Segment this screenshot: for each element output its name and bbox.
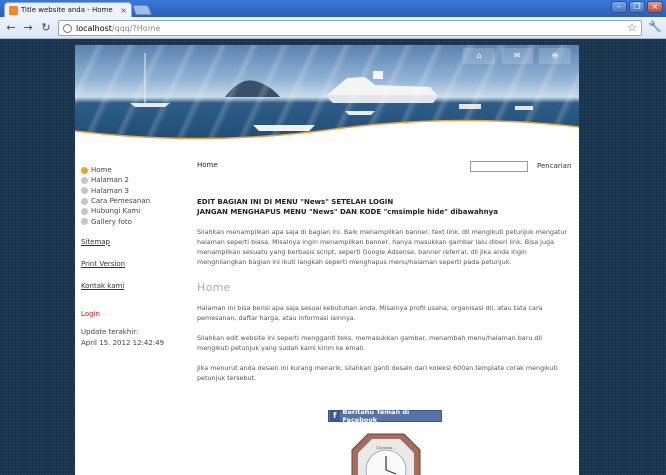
- header-icons: ⌂ ✉ ⊕: [463, 48, 571, 64]
- login-link[interactable]: Login: [81, 310, 181, 318]
- sidebar-item-label: Halaman 3: [91, 186, 130, 195]
- notice-line-2: JANGAN MENGHAPUS MENU "News" DAN KODE "c…: [197, 208, 498, 216]
- bullet-icon: [81, 176, 88, 184]
- facebook-button-label: Beritahu Teman di Facebook: [342, 408, 410, 424]
- content-paragraph-1: Halaman ini bisa berisi apa saja sesuai …: [197, 304, 543, 322]
- content-paragraph-2: Silahkan edit website ini seperti mengga…: [197, 334, 543, 352]
- updated-label: Update terakhir:: [81, 327, 139, 336]
- updated-value: April 15. 2012 12:42:49: [81, 338, 165, 347]
- sidebar-item-halaman-2[interactable]: Halaman 2: [81, 175, 181, 185]
- notice-line-1: EDIT BAGIAN INI DI MENU "News" SETELAH L…: [197, 198, 394, 206]
- bullet-icon: [81, 166, 88, 174]
- home-icon[interactable]: ⌂: [463, 48, 495, 64]
- content-paragraph-3: Jika menurut anda desain ini kurang mena…: [197, 364, 558, 382]
- bullet-icon: [81, 218, 88, 226]
- sidebar-item-halaman-3[interactable]: Halaman 3: [81, 186, 181, 196]
- search-label[interactable]: Pencarian: [537, 162, 571, 170]
- sidebar-item-label: Cara Pemesanan: [91, 197, 151, 206]
- window-controls: – ❐ ×: [611, 1, 663, 13]
- wrench-icon[interactable]: 🔧: [648, 20, 662, 33]
- page-title: Home: [197, 281, 231, 294]
- forward-arrow-icon[interactable]: →: [21, 21, 35, 35]
- last-updated: Update terakhir: April 15. 2012 12:42:49: [81, 327, 181, 349]
- page-viewport: ⌂ ✉ ⊕ Home Halaman 2 Halaman 3 Cara Peme…: [0, 40, 666, 475]
- news-paragraph: Silahkan menampilkan apa saja di bagian …: [197, 228, 568, 266]
- facebook-share-button[interactable]: f Beritahu Teman di Facebook: [328, 408, 442, 424]
- minimize-icon[interactable]: –: [611, 1, 627, 13]
- url-host: localhost: [76, 23, 112, 33]
- bullet-icon: [81, 207, 88, 215]
- back-arrow-icon[interactable]: ←: [4, 21, 18, 35]
- sidebar: Home Halaman 2 Halaman 3 Cara Pemesanan …: [81, 165, 181, 349]
- sidebar-item-label: Gallery foto: [91, 217, 132, 226]
- bullet-icon: [81, 187, 88, 195]
- bookmark-star-icon[interactable]: ☆: [627, 21, 637, 34]
- kontak-kami-link[interactable]: Kontak kami: [81, 282, 181, 290]
- mail-icon[interactable]: ✉: [501, 48, 533, 64]
- clock-brand: Christin...: [376, 445, 396, 450]
- header-banner: ⌂ ✉ ⊕: [75, 45, 579, 145]
- search-input[interactable]: [470, 161, 528, 172]
- sidebar-item-hubungi-kami[interactable]: Hubungi Kami: [81, 206, 181, 216]
- sidebar-item-cara-pemesanan[interactable]: Cara Pemesanan: [81, 196, 181, 206]
- sitemap-icon[interactable]: ⊕: [539, 48, 571, 64]
- sidebar-item-home[interactable]: Home: [81, 165, 181, 175]
- notice-text: EDIT BAGIAN INI DI MENU "News" SETELAH L…: [197, 197, 573, 217]
- sidebar-item-label: Halaman 2: [91, 176, 130, 185]
- bullet-icon: [81, 197, 88, 205]
- maximize-icon[interactable]: ❐: [629, 1, 645, 13]
- sidebar-item-label: Home: [91, 166, 112, 175]
- globe-icon: [63, 23, 72, 33]
- window-titlebar: RSS Title website anda - Home × – ❐ ×: [0, 0, 666, 17]
- reload-icon[interactable]: ↻: [39, 21, 53, 35]
- close-window-icon[interactable]: ×: [647, 1, 663, 13]
- site-container: ⌂ ✉ ⊕ Home Halaman 2 Halaman 3 Cara Peme…: [75, 45, 579, 475]
- print-version-link[interactable]: Print Version: [81, 260, 181, 268]
- browser-toolbar: ← → ↻ localhost/qqq/?Home ☆ 🔧: [0, 17, 666, 39]
- close-tab-icon[interactable]: ×: [120, 6, 127, 15]
- browser-tab[interactable]: RSS Title website anda - Home ×: [4, 2, 132, 17]
- clock-icon: Christin...: [351, 433, 421, 475]
- sidebar-item-label: Hubungi Kami: [91, 207, 141, 216]
- sidebar-menu: Home Halaman 2 Halaman 3 Cara Pemesanan …: [81, 165, 181, 227]
- tab-title: Title website anda - Home: [21, 6, 113, 14]
- rss-icon: RSS: [9, 5, 18, 15]
- address-bar[interactable]: localhost/qqq/?Home ☆: [58, 20, 642, 36]
- facebook-icon: f: [330, 411, 340, 421]
- clock-widget: Christin...: [348, 432, 424, 475]
- main-content: Home Pencarian EDIT BAGIAN INI DI MENU "…: [197, 161, 573, 475]
- sidebar-item-gallery-foto[interactable]: Gallery foto: [81, 216, 181, 226]
- sitemap-link[interactable]: Sitemap: [81, 238, 181, 246]
- banner-wave: [75, 119, 579, 145]
- url-path: /qqq/?Home: [111, 23, 161, 33]
- new-tab-button[interactable]: [132, 5, 152, 15]
